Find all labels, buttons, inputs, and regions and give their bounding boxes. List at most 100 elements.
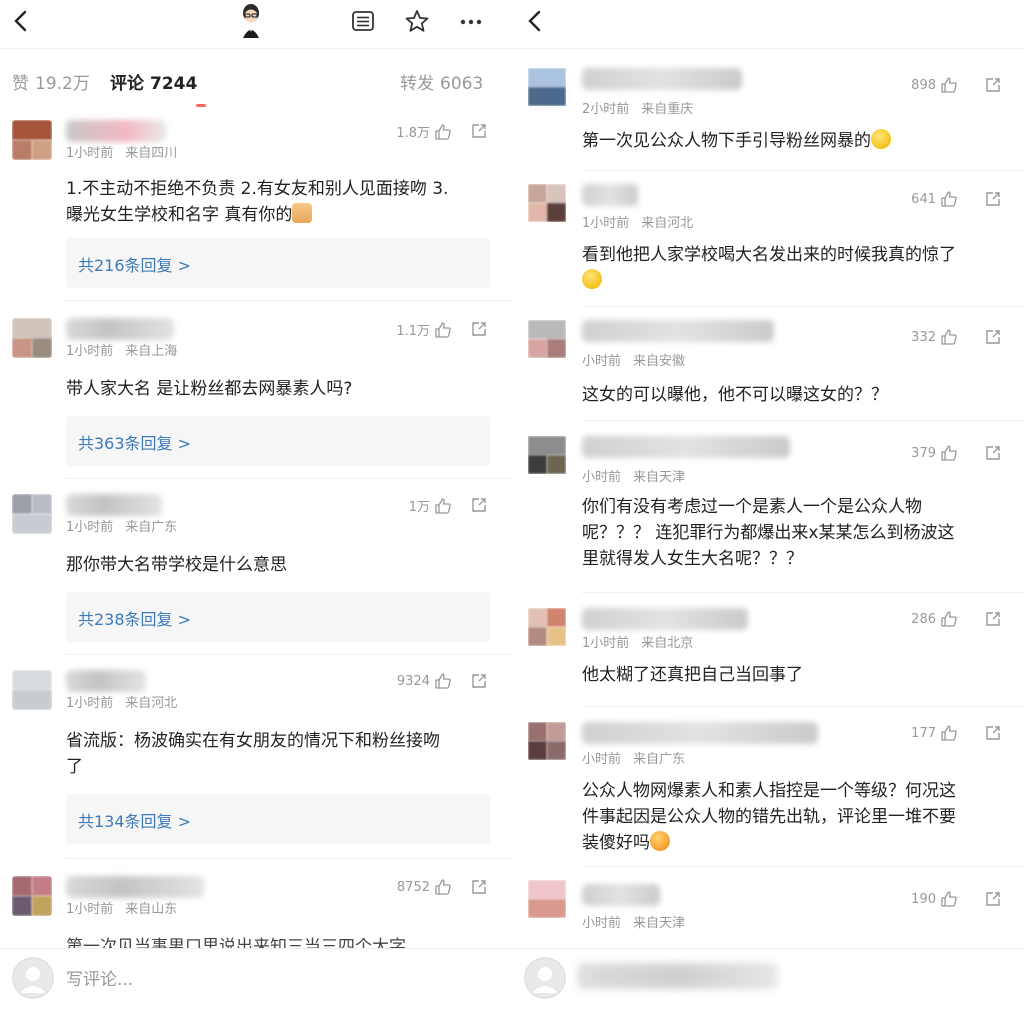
username-blurred[interactable] bbox=[582, 884, 660, 906]
top-bar bbox=[0, 0, 512, 44]
divider bbox=[582, 866, 1024, 867]
divider bbox=[66, 654, 512, 655]
right-screen: 2小时前 来自重庆 898 第一次见公众人物下手引导粉丝网暴的 1小时前 来自河北 … bbox=[512, 0, 1024, 1017]
comment-meta: 小时前 来自广东 bbox=[582, 752, 686, 767]
tab-comments[interactable]: 评论 7244 bbox=[110, 69, 197, 94]
left-screen: 赞 19.2万 评论 7244 转发 6063 1小时前 来自四川 1.8万 1.不主动… bbox=[0, 0, 512, 1017]
author-avatar[interactable] bbox=[238, 2, 264, 38]
avatar[interactable] bbox=[528, 68, 566, 106]
avatar[interactable] bbox=[528, 880, 566, 918]
comment-meta: 1小时前 来自北京 bbox=[582, 636, 694, 651]
star-icon bbox=[405, 10, 429, 32]
like-button[interactable]: 190 bbox=[911, 890, 958, 908]
avatar[interactable] bbox=[528, 436, 566, 474]
user-avatar[interactable] bbox=[524, 957, 566, 999]
comment-text: 这女的可以曝他，他不可以曝这女的？？ bbox=[582, 385, 888, 405]
comment-input[interactable] bbox=[578, 963, 778, 989]
share-icon bbox=[986, 192, 1000, 206]
username-blurred[interactable] bbox=[66, 494, 162, 516]
avatar[interactable] bbox=[528, 320, 566, 358]
share-button[interactable] bbox=[984, 328, 1002, 346]
thumbs-up-icon bbox=[941, 191, 957, 207]
user-avatar[interactable] bbox=[12, 957, 54, 999]
share-icon bbox=[472, 498, 486, 512]
like-button[interactable]: 641 bbox=[911, 190, 958, 208]
avatar[interactable] bbox=[12, 318, 52, 358]
reply-link[interactable]: 共238条回复 > bbox=[66, 592, 490, 642]
avatar[interactable] bbox=[528, 608, 566, 646]
reply-link[interactable]: 共134条回复 > bbox=[66, 794, 490, 844]
comment-meta: 1小时前 来自河北 bbox=[66, 696, 178, 711]
username-blurred[interactable] bbox=[582, 608, 748, 630]
divider bbox=[582, 306, 1024, 307]
thumbs-up-icon bbox=[435, 497, 451, 514]
smile-emoji-icon bbox=[871, 129, 891, 149]
share-button[interactable] bbox=[470, 122, 488, 140]
thumbs-up-icon bbox=[941, 445, 957, 461]
like-button[interactable]: 898 bbox=[911, 76, 958, 94]
comment-text: 第一次见当事男口里说出来知三当三四个大字 bbox=[66, 937, 406, 948]
like-button[interactable]: 332 bbox=[911, 328, 958, 346]
share-button[interactable] bbox=[470, 320, 488, 338]
username-blurred[interactable] bbox=[66, 670, 146, 692]
username-blurred[interactable] bbox=[582, 184, 638, 206]
comment-meta: 1小时前 来自山东 bbox=[66, 902, 178, 917]
comment-input[interactable]: 写评论... bbox=[66, 965, 133, 990]
avatar[interactable] bbox=[12, 120, 52, 160]
username-blurred[interactable] bbox=[582, 436, 790, 458]
username-blurred[interactable] bbox=[66, 876, 204, 898]
back-button[interactable] bbox=[522, 6, 548, 36]
more-button[interactable] bbox=[458, 8, 484, 34]
avatar[interactable] bbox=[12, 876, 52, 916]
share-button[interactable] bbox=[984, 190, 1002, 208]
comment-text: 看到他把人家学校喝大名发出来的时候我真的惊了 bbox=[582, 242, 1010, 294]
default-avatar-icon bbox=[524, 957, 566, 999]
thumbs-up-icon bbox=[435, 321, 451, 338]
share-button[interactable] bbox=[470, 672, 488, 690]
tab-reposts[interactable]: 转发 6063 bbox=[400, 69, 483, 94]
thumbs-up-icon bbox=[941, 329, 957, 345]
comment-meta: 小时前 来自天津 bbox=[582, 916, 686, 931]
list-button[interactable] bbox=[350, 8, 376, 34]
like-button[interactable]: 379 bbox=[911, 444, 958, 462]
share-button[interactable] bbox=[984, 890, 1002, 908]
share-button[interactable] bbox=[984, 610, 1002, 628]
username-blurred[interactable] bbox=[582, 320, 774, 342]
share-icon bbox=[472, 674, 486, 688]
comment-text: 那你带大名带学校是什么意思 bbox=[66, 555, 287, 575]
tab-likes[interactable]: 赞 19.2万 bbox=[12, 69, 90, 94]
like-button[interactable]: 1.8万 bbox=[396, 122, 452, 141]
divider bbox=[582, 420, 1024, 421]
share-button[interactable] bbox=[984, 444, 1002, 462]
avatar[interactable] bbox=[528, 184, 566, 222]
thumbs-up-emoji-icon bbox=[292, 203, 313, 223]
like-button[interactable]: 1.1万 bbox=[396, 320, 452, 339]
like-button[interactable]: 177 bbox=[911, 724, 958, 742]
top-bar bbox=[512, 0, 1024, 44]
username-blurred[interactable] bbox=[582, 722, 818, 744]
reply-link[interactable]: 共363条回复 > bbox=[66, 416, 490, 466]
comment-meta: 小时前 来自安徽 bbox=[582, 354, 686, 369]
share-button[interactable] bbox=[984, 724, 1002, 742]
username-blurred[interactable] bbox=[582, 68, 742, 90]
like-button[interactable]: 286 bbox=[911, 610, 958, 628]
like-button[interactable]: 8752 bbox=[397, 878, 452, 896]
divider bbox=[66, 478, 512, 479]
default-avatar-icon bbox=[12, 957, 54, 999]
share-button[interactable] bbox=[984, 76, 1002, 94]
username-blurred[interactable] bbox=[66, 120, 166, 142]
divider bbox=[582, 170, 1024, 171]
avatar[interactable] bbox=[12, 670, 52, 710]
share-button[interactable] bbox=[470, 496, 488, 514]
divider bbox=[582, 706, 1024, 707]
comment-input-bar bbox=[512, 948, 1024, 1017]
like-button[interactable]: 9324 bbox=[397, 672, 452, 690]
back-button[interactable] bbox=[8, 6, 34, 36]
favorite-button[interactable] bbox=[404, 8, 430, 34]
share-button[interactable] bbox=[470, 878, 488, 896]
avatar[interactable] bbox=[528, 722, 566, 760]
avatar[interactable] bbox=[12, 494, 52, 534]
reply-link[interactable]: 共216条回复 > bbox=[66, 238, 490, 288]
like-button[interactable]: 1万 bbox=[409, 496, 452, 515]
username-blurred[interactable] bbox=[66, 318, 174, 340]
